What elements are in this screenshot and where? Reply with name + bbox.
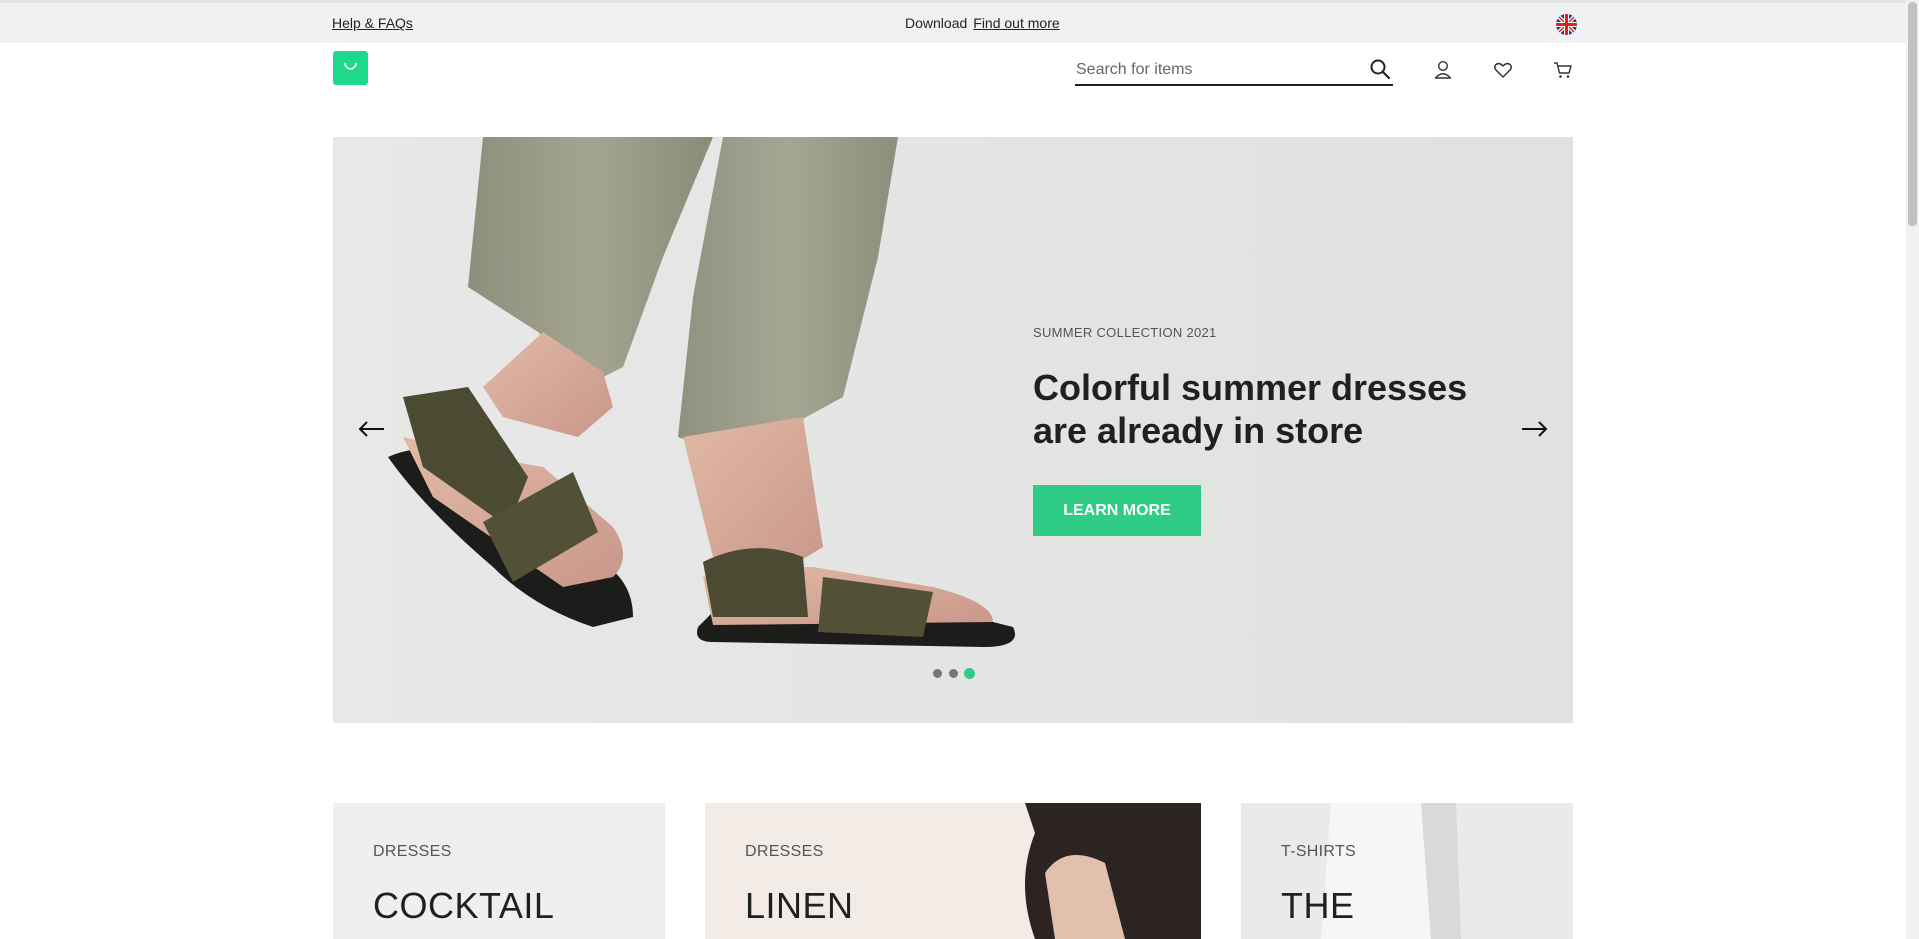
previous-slide-arrow-icon[interactable] <box>357 417 387 441</box>
page-scrollbar[interactable] <box>1906 0 1919 939</box>
heart-icon[interactable] <box>1492 59 1514 81</box>
hero-headline: Colorful summer dresses are already in s… <box>1033 367 1468 451</box>
category-title: LINEN <box>745 885 854 926</box>
hero-slider: SUMMER COLLECTION 2021 Colorful summer d… <box>333 137 1573 723</box>
site-header <box>0 43 1906 103</box>
scrollbar-thumb[interactable] <box>1908 2 1917 226</box>
slide-dot-1[interactable] <box>933 669 942 678</box>
category-card-linen[interactable]: DRESSES LINEN <box>705 803 1201 939</box>
shopping-bag-icon <box>343 62 358 70</box>
find-out-more-link[interactable]: Find out more <box>973 15 1059 31</box>
hero-eyebrow: SUMMER COLLECTION 2021 <box>1033 325 1217 340</box>
uk-flag-icon[interactable] <box>1556 14 1577 35</box>
user-icon[interactable] <box>1432 59 1454 81</box>
help-faqs-link[interactable]: Help & FAQs <box>332 15 413 31</box>
category-label: T-SHIRTS <box>1281 843 1357 860</box>
category-label: DRESSES <box>745 843 824 860</box>
category-title: THE <box>1281 885 1355 926</box>
cart-icon[interactable] <box>1552 59 1574 81</box>
category-title: COCKTAIL <box>373 885 555 926</box>
category-label: DRESSES <box>373 843 452 860</box>
next-slide-arrow-icon[interactable] <box>1519 417 1549 441</box>
category-card-tshirts[interactable]: T-SHIRTS THE <box>1241 803 1573 939</box>
learn-more-button[interactable]: LEARN MORE <box>1033 485 1201 536</box>
promo-banner: Download Find out more <box>905 15 1060 31</box>
search-input[interactable] <box>1075 56 1360 84</box>
promo-text: Download <box>905 15 968 31</box>
slide-dot-2[interactable] <box>949 669 958 678</box>
slide-dot-3[interactable] <box>964 668 975 679</box>
logo[interactable] <box>333 51 368 85</box>
category-card-cocktail[interactable]: DRESSES COCKTAIL <box>333 803 665 939</box>
search-icon[interactable] <box>1369 58 1391 80</box>
search-bar <box>1075 56 1393 86</box>
top-bar: Help & FAQs Download Find out more <box>0 0 1906 43</box>
